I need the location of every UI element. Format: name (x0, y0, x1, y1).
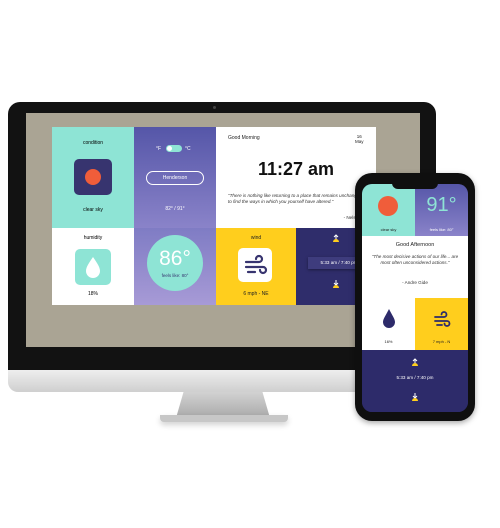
phone-condition-tile[interactable]: clear sky (362, 184, 415, 236)
phone-humidity-tile[interactable]: 16% (362, 298, 415, 350)
temperature-circle: 86° feels like: 80° (147, 235, 203, 291)
phone-feels-like: feels like: 80° (429, 227, 454, 232)
city-button[interactable]: Henderson (146, 171, 204, 185)
sunrise-icon (331, 231, 341, 242)
clock-time: 11:27 am (257, 159, 335, 179)
date-month: May (355, 139, 364, 144)
feels-like: feels like: 80° (161, 273, 189, 278)
sun-icon (74, 159, 112, 195)
phone-temperature-tile: 91° feels like: 80° (415, 184, 468, 236)
greeting-title: Good Morning (228, 135, 260, 141)
condition-label: condition (82, 140, 103, 146)
temperature-value: 86° (159, 247, 191, 270)
location-tile: °F °C Henderson 82° / 91° (134, 127, 216, 228)
sunrise-icon (410, 355, 420, 366)
weather-dashboard: condition clear sky humidity 18% °F °C H… (52, 127, 376, 305)
phone-quote-author: - Andre Gide (402, 280, 428, 285)
unit-toggle[interactable] (166, 145, 182, 152)
temperature-tile: 86° feels like: 80° (134, 228, 216, 305)
condition-value: clear sky (83, 207, 103, 213)
humidity-value: 18% (87, 291, 98, 297)
phone-greeting-title: Good Afternoon (395, 242, 435, 248)
celsius-label: °C (185, 146, 191, 152)
droplet-icon (75, 249, 111, 285)
fahrenheit-label: °F (156, 146, 162, 152)
phone-sun-times: 5:33 am / 7:40 pm (396, 375, 434, 380)
sun-icon (378, 196, 398, 216)
phone-quote-text: "The most decisive actions of our life..… (371, 254, 459, 265)
phone-humidity-value: 16% (384, 339, 393, 344)
wind-tile[interactable]: wind 6 mph - NE (216, 228, 296, 305)
phone-sun-times-tile: 5:33 am / 7:40 pm (362, 350, 468, 412)
webcam (213, 106, 216, 109)
phone-screen: clear sky 91° feels like: 80° Good After… (362, 184, 468, 412)
droplet-icon (380, 308, 398, 330)
wind-icon (238, 248, 272, 282)
phone-greeting-tile: Good Afternoon "The most decisive action… (362, 236, 468, 298)
phone-wind-value: 7 mph - N (432, 339, 451, 344)
condition-tile[interactable]: condition clear sky (52, 127, 134, 228)
date: 16 May (355, 134, 364, 144)
humidity-label: humidity (83, 235, 103, 241)
quote-text: "There is nothing like returning to a pl… (228, 193, 362, 204)
temp-range: 82° / 91° (165, 206, 185, 212)
greeting-tile: Good Morning 16 May 11:27 am "There is n… (216, 127, 376, 228)
sunset-icon (331, 276, 341, 288)
imac-stand-base (160, 415, 288, 422)
phone-notch (392, 181, 438, 189)
phone-wind-tile[interactable]: 7 mph - N (415, 298, 468, 350)
wind-label: wind (250, 235, 262, 241)
phone-condition-value: clear sky (380, 227, 397, 232)
humidity-tile[interactable]: humidity 18% (52, 228, 134, 305)
sunset-icon (410, 389, 420, 401)
wind-value: 6 mph - NE (243, 291, 269, 297)
phone-temperature-value: 91° (426, 194, 457, 216)
wind-icon (431, 308, 453, 330)
